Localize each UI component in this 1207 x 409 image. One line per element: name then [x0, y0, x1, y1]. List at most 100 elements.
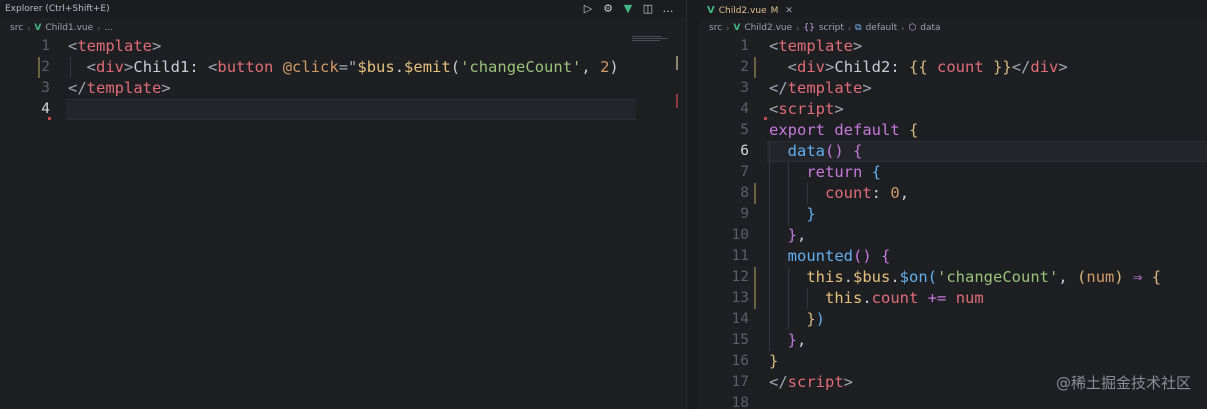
code-token: num — [1086, 268, 1115, 286]
code-token: { — [881, 247, 891, 265]
code-token: , — [581, 58, 601, 76]
breadcrumb: src › V Child2.vue › {} script › ⧉ defau… — [699, 18, 1207, 38]
code-line[interactable]: 10 }, — [699, 225, 1207, 246]
code-text: data() { — [769, 141, 863, 162]
ruler-mark — [676, 56, 678, 70]
line-number: 14 — [731, 311, 749, 327]
code-line[interactable]: 18 — [699, 393, 1207, 409]
vue-icon[interactable]: ▼ — [622, 2, 634, 15]
code-line[interactable]: 3 </template> — [699, 78, 1207, 99]
code-text: </template> — [769, 78, 872, 99]
overview-ruler[interactable] — [674, 38, 686, 409]
debug-icon[interactable]: ⚙ — [602, 2, 614, 15]
code-line[interactable]: 15 }, — [699, 330, 1207, 351]
indent-guide — [807, 288, 808, 309]
git-deleted-indicator[interactable] — [764, 117, 767, 120]
editor-pane-left[interactable]: Explorer (Ctrl+Shift+E) ▷ ⚙ ▼ ◫ … src › … — [0, 0, 686, 409]
code-text: <template> — [769, 36, 862, 57]
code-token: =" — [338, 58, 358, 76]
code-line[interactable]: 11 mounted() { — [699, 246, 1207, 267]
git-modified-indicator[interactable] — [38, 57, 40, 78]
vue-file-icon: V — [733, 23, 741, 33]
split-editor-icon[interactable]: ◫ — [642, 2, 654, 15]
code-token: </ — [769, 79, 788, 97]
code-line[interactable]: 1 <template> — [0, 36, 686, 57]
breadcrumb-item[interactable]: Child1.vue — [45, 23, 93, 33]
code-token: { — [871, 163, 882, 181]
minimap[interactable] — [632, 36, 670, 44]
code-line[interactable]: 3 </template> — [0, 78, 686, 99]
code-token: $emit — [404, 58, 451, 76]
code-line[interactable]: 4 <script> — [699, 99, 1207, 120]
pane-divider[interactable] — [686, 0, 699, 409]
line-number: 11 — [731, 248, 749, 264]
close-icon[interactable]: ✕ — [785, 6, 793, 16]
git-modified-indicator[interactable] — [754, 183, 756, 204]
code-line[interactable]: 12 this.$bus.$on('changeCount', (num) ⇒ … — [699, 267, 1207, 288]
code-text: <script> — [769, 99, 844, 120]
code-token: > — [853, 37, 863, 55]
git-modified-indicator[interactable] — [754, 288, 756, 309]
code-line[interactable]: 13 this.count += num — [699, 288, 1207, 309]
git-deleted-indicator[interactable] — [48, 117, 51, 120]
code-token: } — [806, 205, 816, 223]
code-line[interactable]: 8 count: 0, — [699, 183, 1207, 204]
code-token: > — [843, 373, 854, 391]
code-text: return { — [769, 162, 881, 183]
code-token: . — [862, 289, 872, 307]
editor-pane-right[interactable]: V Child2.vue M ✕ src › V Child2.vue › {}… — [699, 0, 1207, 409]
code-line[interactable]: 16} — [699, 351, 1207, 372]
breadcrumb-item[interactable]: ... — [104, 23, 113, 33]
tab-label: Child2.vue — [718, 5, 767, 16]
git-modified-indicator[interactable] — [754, 57, 756, 78]
breadcrumb-item[interactable]: default — [866, 23, 898, 33]
run-icon[interactable]: ▷ — [582, 2, 594, 15]
code-text: } — [769, 351, 778, 372]
code-line[interactable]: 7 return { — [699, 162, 1207, 183]
code-line[interactable]: 14 }) — [699, 309, 1207, 330]
line-number: 4 — [41, 101, 50, 117]
line-number: 6 — [740, 143, 749, 159]
line-number: 15 — [731, 332, 749, 348]
code-line[interactable]: 2 <div>Child2: {{ count }}</div> — [699, 57, 1207, 78]
line-number: 1 — [41, 38, 50, 54]
vue-file-icon: V — [707, 5, 715, 16]
line-number: 4 — [740, 101, 749, 117]
code-line[interactable]: 2 <div>Child1: <button @click="$bus.$emi… — [0, 57, 686, 78]
code-token: template — [77, 37, 152, 55]
breadcrumb-item[interactable]: src — [10, 23, 23, 33]
tab-child2-vue[interactable]: V Child2.vue M ✕ — [699, 0, 801, 18]
git-modified-indicator[interactable] — [754, 267, 756, 288]
code-token: > — [834, 100, 844, 118]
code-line[interactable]: 9 } — [699, 204, 1207, 225]
code-token: < — [769, 100, 779, 118]
code-token: += — [927, 289, 947, 307]
breadcrumb-item[interactable]: Child2.vue — [744, 23, 792, 33]
breadcrumb-item[interactable]: src — [709, 23, 722, 33]
code-line[interactable]: 6 data() { — [699, 141, 1207, 162]
code-token: < — [68, 37, 78, 55]
tab-status: M — [770, 5, 779, 16]
breadcrumb-item[interactable]: data — [920, 23, 940, 33]
code-token: ) — [609, 58, 619, 76]
chevron-right-icon: › — [796, 23, 800, 33]
breadcrumb-item[interactable]: script — [819, 23, 844, 33]
braces-icon: {} — [803, 23, 815, 33]
code-line[interactable]: 4 — [0, 99, 686, 120]
tab-bar: V Child2.vue M ✕ — [699, 0, 1207, 18]
editor-actions: ▷ ⚙ ▼ ◫ … — [582, 2, 674, 15]
code-line[interactable]: 5 export default { — [699, 120, 1207, 141]
code-line[interactable]: 1 <template> — [699, 36, 1207, 57]
method-cube-icon: ⬡ — [908, 23, 917, 33]
code-token: div — [96, 58, 125, 76]
code-token: 'changeCount' — [937, 268, 1059, 286]
line-number: 16 — [731, 353, 749, 369]
more-icon[interactable]: … — [662, 2, 674, 15]
chevron-right-icon: › — [847, 23, 852, 33]
code-token: } — [806, 310, 816, 328]
explorer-title: Explorer (Ctrl+Shift+E) — [5, 4, 110, 14]
